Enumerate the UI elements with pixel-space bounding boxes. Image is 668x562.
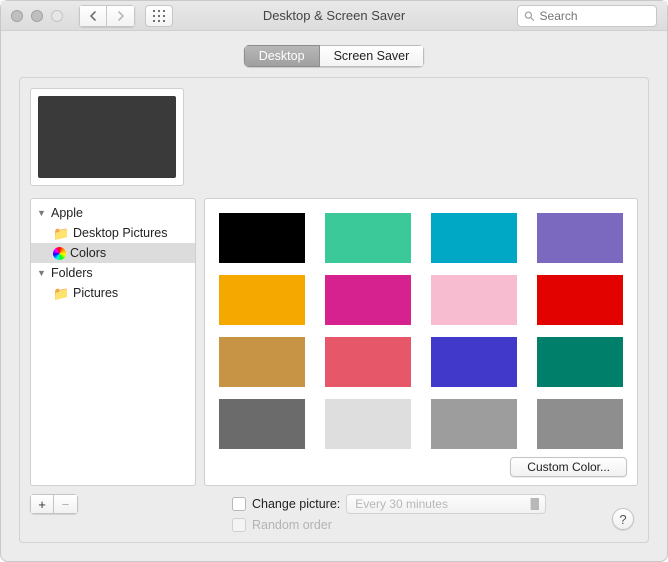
tab-screen-saver-label: Screen Saver [334,49,410,63]
tab-screen-saver[interactable]: Screen Saver [320,45,425,67]
desktop-preview-frame [30,88,184,186]
help-button[interactable]: ? [612,508,634,530]
sidebar-item-pictures[interactable]: 📁 Pictures [31,283,195,303]
remove-button: − [54,494,78,514]
desktop-panel: ▼ Apple 📁 Desktop Pictures Colors ▼ Fold… [19,77,649,543]
change-picture-options: Change picture: Every 30 minutes ˄˅ Rand… [232,494,546,532]
sidebar-item-label: Desktop Pictures [73,226,167,240]
random-order-checkbox [232,518,246,532]
color-swatch[interactable] [537,399,623,449]
search-field[interactable] [517,5,657,27]
folder-icon: 📁 [53,227,69,240]
split-area: ▼ Apple 📁 Desktop Pictures Colors ▼ Fold… [30,198,638,486]
change-picture-row: Change picture: Every 30 minutes ˄˅ [232,494,546,514]
chevron-down-icon: ▼ [37,268,47,278]
random-order-row: Random order [232,518,546,532]
color-swatch[interactable] [537,275,623,325]
sidebar-item-desktop-pictures[interactable]: 📁 Desktop Pictures [31,223,195,243]
color-swatch[interactable] [325,275,411,325]
rainbow-icon [53,247,66,260]
color-swatch[interactable] [325,399,411,449]
color-swatch[interactable] [431,213,517,263]
color-swatch[interactable] [325,337,411,387]
color-swatch[interactable] [219,275,305,325]
window-controls [11,10,63,22]
forward-button[interactable] [107,5,135,27]
back-button[interactable] [79,5,107,27]
color-swatch[interactable] [325,213,411,263]
zoom-icon[interactable] [51,10,63,22]
sidebar-item-label: Pictures [73,286,118,300]
tabs: Desktop Screen Saver [244,45,425,67]
desktop-preview [38,96,176,178]
color-swatch[interactable] [537,213,623,263]
group-folders-label: Folders [51,266,93,280]
minimize-icon[interactable] [31,10,43,22]
color-grid-wrap: Custom Color... [204,198,638,486]
grid-button[interactable] [145,5,173,27]
color-swatch[interactable] [537,337,623,387]
tab-desktop[interactable]: Desktop [244,45,320,67]
search-icon [524,10,535,22]
color-grid [205,199,637,451]
color-swatch[interactable] [219,213,305,263]
chevron-down-icon: ▼ [37,208,47,218]
interval-value: Every 30 minutes [355,497,448,511]
add-remove-group: + − [30,494,78,514]
change-picture-checkbox[interactable] [232,497,246,511]
content-area: Desktop Screen Saver ▼ Apple 📁 Desktop P… [1,31,667,561]
stepper-icon: ˄˅ [535,497,540,513]
source-sidebar[interactable]: ▼ Apple 📁 Desktop Pictures Colors ▼ Fold… [30,198,196,486]
color-swatch[interactable] [219,337,305,387]
search-input[interactable] [540,9,650,23]
change-picture-label: Change picture: [252,497,340,511]
color-swatch[interactable] [219,399,305,449]
sidebar-item-colors[interactable]: Colors [31,243,195,263]
color-swatch[interactable] [431,337,517,387]
close-icon[interactable] [11,10,23,22]
group-apple-label: Apple [51,206,83,220]
tab-desktop-label: Desktop [259,49,305,63]
color-swatch[interactable] [431,275,517,325]
bottom-controls: + − Change picture: Every 30 minutes ˄˅ [30,494,638,532]
interval-select: Every 30 minutes ˄˅ [346,494,546,514]
folder-icon: 📁 [53,287,69,300]
color-swatch[interactable] [431,399,517,449]
nav-buttons [79,5,135,27]
titlebar: Desktop & Screen Saver [1,1,667,31]
preferences-window: Desktop & Screen Saver Desktop Screen Sa… [0,0,668,562]
custom-color-button[interactable]: Custom Color... [510,457,627,477]
random-order-label: Random order [252,518,332,532]
add-button[interactable]: + [30,494,54,514]
group-folders[interactable]: ▼ Folders [31,263,195,283]
sidebar-item-label: Colors [70,246,106,260]
grid-footer: Custom Color... [205,451,637,485]
group-apple[interactable]: ▼ Apple [31,203,195,223]
